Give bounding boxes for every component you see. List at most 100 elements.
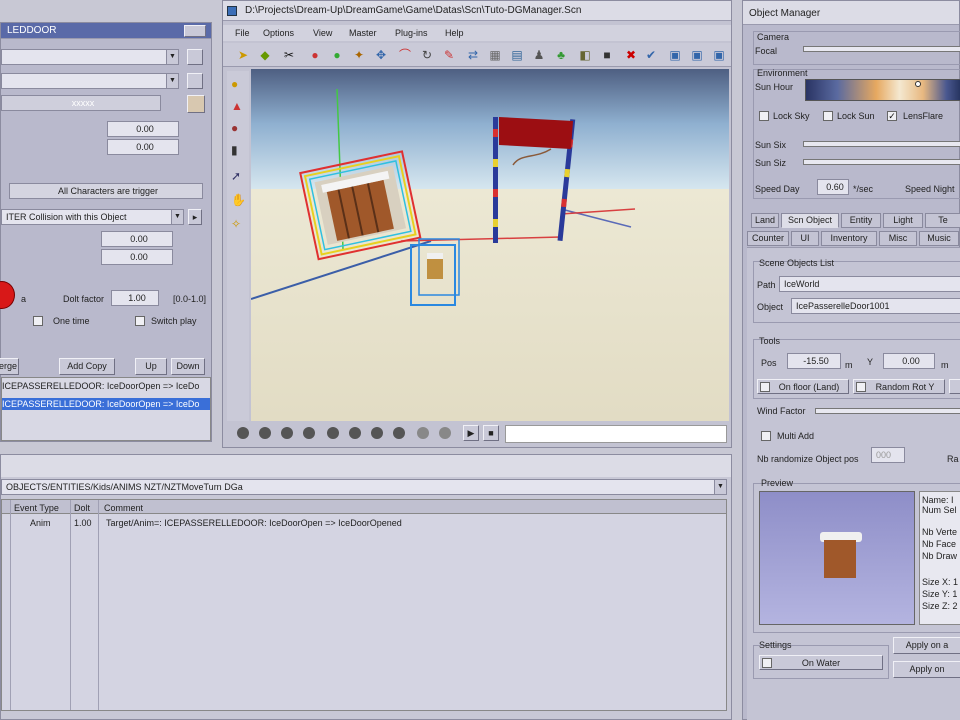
object-input[interactable]: IcePasserelleDoor1001 bbox=[791, 298, 960, 314]
window-icon[interactable]: ▣ bbox=[667, 47, 683, 63]
3d-viewport[interactable] bbox=[251, 69, 729, 421]
select-icon[interactable]: ◆ bbox=[257, 47, 273, 63]
arrow-icon[interactable]: ➤ bbox=[235, 47, 251, 63]
tab-misc[interactable]: Misc bbox=[879, 231, 917, 246]
person-icon[interactable]: ♟ bbox=[531, 47, 547, 63]
flask-icon[interactable]: ▲ bbox=[231, 99, 243, 113]
tab-scn-object[interactable]: Scn Object bbox=[781, 213, 839, 228]
paint-bucket-icon[interactable]: ● bbox=[231, 121, 238, 135]
value-3-input[interactable]: 0.00 bbox=[101, 231, 173, 247]
lock-sun-checkbox[interactable] bbox=[823, 111, 833, 121]
menu-file[interactable]: File bbox=[235, 27, 250, 39]
chevron-down-icon[interactable]: ▼ bbox=[166, 50, 178, 64]
grid-icon[interactable]: ▦ bbox=[487, 47, 503, 63]
chart-icon[interactable]: ▮ bbox=[231, 143, 238, 157]
value-1-input[interactable]: 0.00 bbox=[107, 121, 179, 137]
tab-ui[interactable]: UI bbox=[791, 231, 819, 246]
menu-options[interactable]: Options bbox=[263, 27, 294, 39]
move-icon[interactable]: ✥ bbox=[373, 47, 389, 63]
switch-play-checkbox[interactable] bbox=[135, 316, 145, 326]
tab-counter[interactable]: Counter bbox=[747, 231, 789, 246]
list-item-selected[interactable]: ICEPASSERELLEDOOR: IceDoorOpen => IceDo bbox=[2, 398, 210, 410]
play-icon[interactable]: ▶ bbox=[463, 425, 479, 441]
sun-six2-slider[interactable] bbox=[803, 159, 960, 165]
title-button[interactable] bbox=[184, 25, 206, 37]
nb-randomize-input[interactable]: 000 bbox=[871, 447, 905, 463]
extra-tool-button[interactable] bbox=[949, 379, 960, 394]
menu-master[interactable]: Master bbox=[349, 27, 377, 39]
sphere-icon[interactable]: ● bbox=[329, 47, 345, 63]
cursor-icon[interactable]: ➚ bbox=[231, 169, 241, 183]
pos-y-input[interactable]: 0.00 bbox=[883, 353, 935, 369]
sun-hour-gradient[interactable] bbox=[805, 79, 960, 101]
one-time-checkbox[interactable] bbox=[33, 316, 43, 326]
up-button[interactable]: Up bbox=[135, 358, 167, 375]
field-a[interactable]: ▼ bbox=[1, 49, 179, 65]
record-icon[interactable] bbox=[0, 281, 15, 309]
tab-entity[interactable]: Entity bbox=[841, 213, 881, 228]
hand-icon[interactable]: ✋ bbox=[231, 193, 246, 207]
window2-icon[interactable]: ▣ bbox=[689, 47, 705, 63]
on-water-button[interactable]: On Water bbox=[759, 655, 883, 670]
dolt-factor-input[interactable]: 1.00 bbox=[111, 290, 159, 306]
magic-icon[interactable]: ✧ bbox=[231, 217, 241, 231]
merge-button[interactable]: erge bbox=[0, 358, 19, 375]
rotate-icon[interactable]: ↻ bbox=[419, 47, 435, 63]
on-floor-checkbox[interactable] bbox=[760, 382, 770, 392]
tool-round-4-icon[interactable] bbox=[303, 427, 315, 439]
magnet-icon[interactable]: ⌒ bbox=[397, 47, 413, 63]
list-item[interactable]: ICEPASSERELLEDOOR: IceDoorOpen => IceDo bbox=[2, 380, 208, 392]
layer-icon[interactable]: ▤ bbox=[509, 47, 525, 63]
paint-icon[interactable]: ✎ bbox=[441, 47, 457, 63]
table-row[interactable]: Anim 1.00 Target/Anim=: ICEPASSERELLEDOO… bbox=[2, 516, 726, 530]
menu-plugins[interactable]: Plug-ins bbox=[395, 27, 428, 39]
tool-round-2-icon[interactable] bbox=[259, 427, 271, 439]
check-icon[interactable]: ✔ bbox=[643, 47, 659, 63]
pos-x-input[interactable]: -15.50 bbox=[787, 353, 841, 369]
multi-add-checkbox[interactable] bbox=[761, 431, 771, 441]
field-c[interactable]: xxxxx bbox=[1, 95, 161, 111]
tab-inventory[interactable]: Inventory bbox=[821, 231, 877, 246]
column-event-type[interactable]: Event Type bbox=[14, 502, 59, 514]
field-a-button[interactable] bbox=[187, 49, 203, 65]
collision-select[interactable]: ITER Collision with this Object ▼ bbox=[1, 209, 184, 225]
scissors-icon[interactable]: ✂ bbox=[281, 47, 297, 63]
event-path-select[interactable]: OBJECTS/ENTITIES/Kids/ANIMS NZT/NZTMoveT… bbox=[1, 479, 727, 495]
menu-view[interactable]: View bbox=[313, 27, 332, 39]
stop-icon[interactable]: ■ bbox=[483, 425, 499, 441]
chevron-down-icon[interactable]: ▼ bbox=[171, 210, 183, 224]
random-rot-button[interactable]: Random Rot Y bbox=[853, 379, 945, 394]
tab-te[interactable]: Te bbox=[925, 213, 960, 228]
column-comment[interactable]: Comment bbox=[104, 502, 143, 514]
lock-sky-checkbox[interactable] bbox=[759, 111, 769, 121]
box-icon[interactable]: ■ bbox=[599, 47, 615, 63]
collision-button[interactable]: ▸ bbox=[188, 209, 202, 225]
lens-flare-checkbox[interactable]: ✓ bbox=[887, 111, 897, 121]
tool-round-1-icon[interactable] bbox=[237, 427, 249, 439]
sun-six-slider[interactable] bbox=[803, 141, 960, 147]
light-icon[interactable]: ● bbox=[231, 77, 238, 91]
tool-round-6-icon[interactable] bbox=[349, 427, 361, 439]
tab-land[interactable]: Land bbox=[751, 213, 779, 228]
shapes-icon[interactable]: ● bbox=[307, 47, 323, 63]
tool-round-8-icon[interactable] bbox=[393, 427, 405, 439]
cube-icon[interactable]: ◧ bbox=[577, 47, 593, 63]
on-floor-button[interactable]: On floor (Land) bbox=[757, 379, 849, 394]
field-c-button[interactable] bbox=[187, 95, 205, 113]
field-b[interactable]: ▼ bbox=[1, 73, 179, 89]
tree-icon[interactable]: ♣ bbox=[553, 47, 569, 63]
speed-day-input[interactable]: 0.60 bbox=[817, 179, 849, 195]
tool-round-3-icon[interactable] bbox=[281, 427, 293, 439]
tool-round-5-icon[interactable] bbox=[327, 427, 339, 439]
random-rot-checkbox[interactable] bbox=[856, 382, 866, 392]
value-2-input[interactable]: 0.00 bbox=[107, 139, 179, 155]
path-input[interactable]: IceWorld bbox=[779, 276, 960, 292]
chevron-down-icon[interactable]: ▼ bbox=[166, 74, 178, 88]
link-icon[interactable]: ⇄ bbox=[465, 47, 481, 63]
sun-hour-marker[interactable] bbox=[915, 81, 921, 87]
on-water-checkbox[interactable] bbox=[762, 658, 772, 668]
window3-icon[interactable]: ▣ bbox=[711, 47, 727, 63]
wind-factor-slider[interactable] bbox=[815, 408, 960, 414]
timeline-field[interactable] bbox=[505, 425, 727, 443]
tab-light[interactable]: Light bbox=[883, 213, 923, 228]
